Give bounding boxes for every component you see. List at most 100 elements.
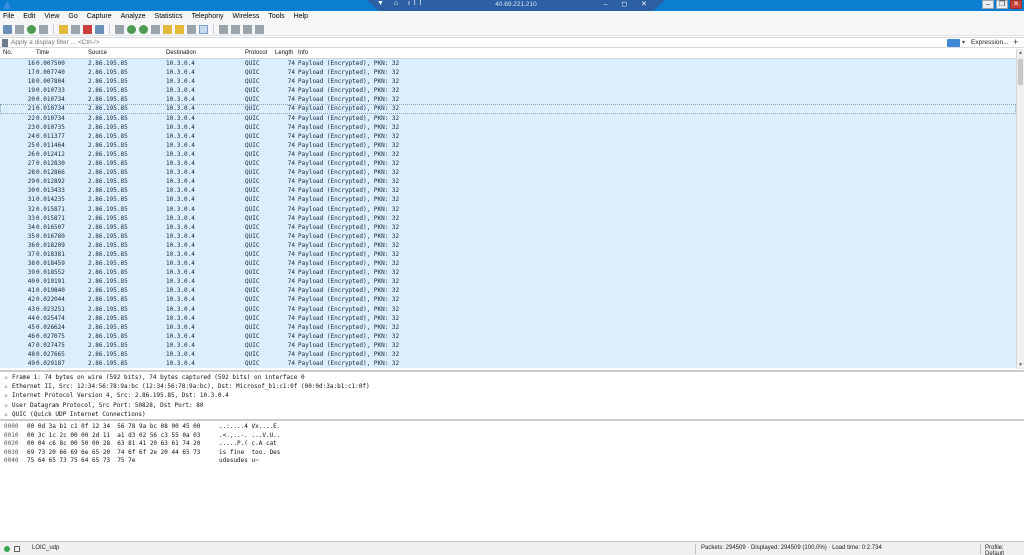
packet-bytes-pane[interactable]: 0000 00 0d 3a b1 c1 0f 12 34 56 78 9a bc…: [0, 419, 1024, 541]
capture-status-icon[interactable]: [4, 546, 10, 552]
hex-bytes[interactable]: 00 04 c6 8c 00 50 00 28 63 81 41 20 63 6…: [27, 440, 200, 449]
packet-row[interactable]: 32 0.015871 2.86.195.85 10.3.0.4 QUIC 74 Paylo…: [0, 204, 1016, 214]
menu-help[interactable]: Help: [294, 11, 308, 23]
detail-ethernet[interactable]: ▷ Ethernet II, Src: 12:34:56:78:9a:bc (12…: [0, 382, 1024, 391]
packet-row[interactable]: 46 0.027075 2.86.195.85 10.3.0.4 QUIC 74 Paylo…: [0, 331, 1016, 341]
restore-button[interactable]: ❐: [996, 0, 1008, 9]
scroll-down-icon[interactable]: ▼: [1018, 362, 1023, 368]
scroll-up-icon[interactable]: ▲: [1018, 50, 1023, 56]
stop-capture-icon[interactable]: [15, 24, 24, 34]
packet-row[interactable]: 48 0.027665 2.86.195.85 10.3.0.4 QUIC 74 Paylo…: [0, 350, 1016, 360]
packet-row[interactable]: 35 0.016780 2.86.195.85 10.3.0.4 QUIC 74 Paylo…: [0, 231, 1016, 241]
minimize-button[interactable]: –: [982, 0, 994, 9]
packet-row[interactable]: 37 0.018381 2.86.195.85 10.3.0.4 QUIC 74 Paylo…: [0, 249, 1016, 260]
menu-tools[interactable]: Tools: [268, 11, 284, 23]
auto-scroll-icon[interactable]: [187, 24, 196, 34]
packet-row[interactable]: 23 0.010735 2.86.195.85 10.3.0.4 QUIC 74 Paylo…: [0, 122, 1016, 132]
rdp-window-controls[interactable]: – ◻ ✕: [604, 0, 653, 8]
packet-row[interactable]: 29 0.012892 2.86.195.85 10.3.0.4 QUIC 74 Paylo…: [0, 177, 1016, 187]
display-filter-input[interactable]: [11, 38, 946, 48]
menu-analyze[interactable]: Analyze: [121, 11, 146, 23]
packet-row[interactable]: 39 0.018552 2.86.195.85 10.3.0.4 QUIC 74 Paylo…: [0, 268, 1016, 278]
capture-options-icon[interactable]: [39, 24, 48, 34]
packet-row[interactable]: 28 0.012866 2.86.195.85 10.3.0.4 QUIC 74 Paylo…: [0, 168, 1016, 178]
last-packet-icon[interactable]: [175, 24, 184, 34]
packet-row[interactable]: 19 0.010733 2.86.195.85 10.3.0.4 QUIC 74 Paylo…: [0, 86, 1016, 96]
packet-row[interactable]: 44 0.025474 2.86.195.85 10.3.0.4 QUIC 74 Paylo…: [0, 313, 1016, 323]
packet-row[interactable]: 16 0.007500 2.86.195.85 10.3.0.4 QUIC 74 Paylo…: [0, 59, 1016, 69]
packet-row[interactable]: 40 0.019191 2.86.195.85 10.3.0.4 QUIC 74 Paylo…: [0, 277, 1016, 287]
packet-row[interactable]: 33 0.015871 2.86.195.85 10.3.0.4 QUIC 74 Paylo…: [0, 213, 1016, 223]
packet-row[interactable]: 30 0.013433 2.86.195.85 10.3.0.4 QUIC 74 Paylo…: [0, 186, 1016, 196]
close-file-icon[interactable]: [83, 24, 92, 34]
find-packet-icon[interactable]: [115, 24, 124, 34]
hex-ascii[interactable]: .....P.( c.A cat: [219, 440, 280, 449]
packet-row[interactable]: 20 0.010734 2.86.195.85 10.3.0.4 QUIC 74 Paylo…: [0, 95, 1016, 105]
packet-row[interactable]: 24 0.011377 2.86.195.85 10.3.0.4 QUIC 74 Paylo…: [0, 131, 1016, 141]
colorize-icon[interactable]: [199, 24, 208, 34]
go-forward-icon[interactable]: [139, 24, 148, 34]
detail-frame[interactable]: ▷ Frame 1: 74 bytes on wire (592 bits), 7…: [0, 373, 1024, 382]
zoom-in-icon[interactable]: [219, 24, 228, 34]
menu-statistics[interactable]: Statistics: [155, 11, 183, 23]
first-packet-icon[interactable]: [163, 24, 172, 34]
menu-view[interactable]: View: [44, 11, 59, 23]
column-info-header[interactable]: Info: [298, 50, 308, 56]
packet-row[interactable]: 26 0.012412 2.86.195.85 10.3.0.4 QUIC 74 Paylo…: [0, 149, 1016, 160]
column-time-header[interactable]: Time: [36, 50, 49, 56]
column-length-header[interactable]: Length: [275, 50, 293, 56]
packet-row[interactable]: 36 0.018209 2.86.195.85 10.3.0.4 QUIC 74 Paylo…: [0, 240, 1016, 250]
apply-filter-arrow-icon[interactable]: [947, 39, 960, 47]
packet-row[interactable]: 42 0.022044 2.86.195.85 10.3.0.4 QUIC 74 Paylo…: [0, 295, 1016, 305]
hex-ascii[interactable]: ..:....4 Vx....E.: [219, 423, 280, 432]
add-filter-button[interactable]: +: [1013, 37, 1018, 48]
packet-row[interactable]: 43 0.023251 2.86.195.85 10.3.0.4 QUIC 74 Paylo…: [0, 304, 1016, 314]
packet-list[interactable]: No. Time Source Destination Protocol Len…: [0, 49, 1016, 369]
hex-bytes[interactable]: 69 73 20 66 69 6e 65 20 74 6f 6f 2e 20 4…: [27, 449, 200, 458]
remote-desktop-bar[interactable]: ▼ ⌂ ıll 40.69.221.210 – ◻ ✕: [367, 0, 665, 11]
packet-row[interactable]: 45 0.026624 2.86.195.85 10.3.0.4 QUIC 74 Paylo…: [0, 322, 1016, 332]
menu-wireless[interactable]: Wireless: [232, 11, 259, 23]
packet-row[interactable]: 22 0.010734 2.86.195.85 10.3.0.4 QUIC 74 Paylo…: [0, 113, 1016, 123]
save-file-icon[interactable]: [71, 24, 80, 34]
scrollbar-thumb[interactable]: [1018, 59, 1023, 85]
start-capture-icon[interactable]: [3, 24, 12, 34]
packet-row[interactable]: 18 0.007804 2.86.195.85 10.3.0.4 QUIC 74 Paylo…: [0, 77, 1016, 87]
detail-ipv4[interactable]: ▷ Internet Protocol Version 4, Src: 2.86.…: [0, 391, 1024, 400]
menu-telephony[interactable]: Telephony: [192, 11, 224, 23]
go-back-icon[interactable]: [127, 24, 136, 34]
column-no-header[interactable]: No.: [3, 50, 12, 56]
menu-capture[interactable]: Capture: [87, 11, 112, 23]
hex-bytes[interactable]: 00 3c 1c 2c 00 00 2d 11 a1 d3 02 56 c3 5…: [27, 432, 200, 441]
detail-udp[interactable]: ▷ User Datagram Protocol, Src Port: 50828…: [0, 401, 1024, 410]
packet-row[interactable]: 27 0.012830 2.86.195.85 10.3.0.4 QUIC 74 Paylo…: [0, 159, 1016, 169]
hex-bytes[interactable]: 75 64 65 73 75 64 65 73 75 7e: [27, 457, 135, 466]
menu-edit[interactable]: Edit: [23, 11, 35, 23]
menu-go[interactable]: Go: [68, 11, 77, 23]
packet-row[interactable]: 17 0.007740 2.86.195.85 10.3.0.4 QUIC 74 Paylo…: [0, 68, 1016, 78]
packet-row[interactable]: 21 0.010734 2.86.195.85 10.3.0.4 QUIC 74 Paylo…: [0, 104, 1016, 114]
restart-capture-icon[interactable]: [27, 24, 36, 34]
packet-list-scrollbar[interactable]: ▲ ▼: [1016, 49, 1024, 369]
packet-row[interactable]: 38 0.018459 2.86.195.85 10.3.0.4 QUIC 74 Paylo…: [0, 259, 1016, 269]
open-file-icon[interactable]: [59, 24, 68, 34]
normal-size-icon[interactable]: [243, 24, 252, 34]
packet-row[interactable]: 34 0.016507 2.86.195.85 10.3.0.4 QUIC 74 Paylo…: [0, 222, 1016, 232]
comment-icon[interactable]: [14, 546, 20, 552]
close-button[interactable]: ✕: [1010, 0, 1022, 9]
packet-row[interactable]: 49 0.029187 2.86.195.85 10.3.0.4 QUIC 74 Paylo…: [0, 359, 1016, 369]
menu-file[interactable]: File: [3, 11, 14, 23]
detail-quic[interactable]: ▷ QUIC (Quick UDP Internet Connections): [0, 410, 1024, 419]
zoom-out-icon[interactable]: [231, 24, 240, 34]
packet-row[interactable]: 47 0.027475 2.86.195.85 10.3.0.4 QUIC 74 Paylo…: [0, 340, 1016, 350]
packet-row[interactable]: 31 0.014235 2.86.195.85 10.3.0.4 QUIC 74 Paylo…: [0, 195, 1016, 205]
hex-ascii[interactable]: udesudes u~: [219, 457, 259, 466]
hex-ascii[interactable]: is fine too. Des: [219, 449, 280, 458]
reload-file-icon[interactable]: [95, 24, 104, 34]
packet-row[interactable]: 25 0.011464 2.86.195.85 10.3.0.4 QUIC 74 Paylo…: [0, 140, 1016, 150]
go-to-packet-icon[interactable]: [151, 24, 160, 34]
column-destination-header[interactable]: Destination: [166, 50, 196, 56]
hex-ascii[interactable]: .<.,..-. ...V.U..: [219, 432, 280, 441]
expression-button[interactable]: Expression...: [971, 38, 1009, 48]
hex-bytes[interactable]: 00 0d 3a b1 c1 0f 12 34 56 78 9a bc 08 0…: [27, 423, 200, 432]
